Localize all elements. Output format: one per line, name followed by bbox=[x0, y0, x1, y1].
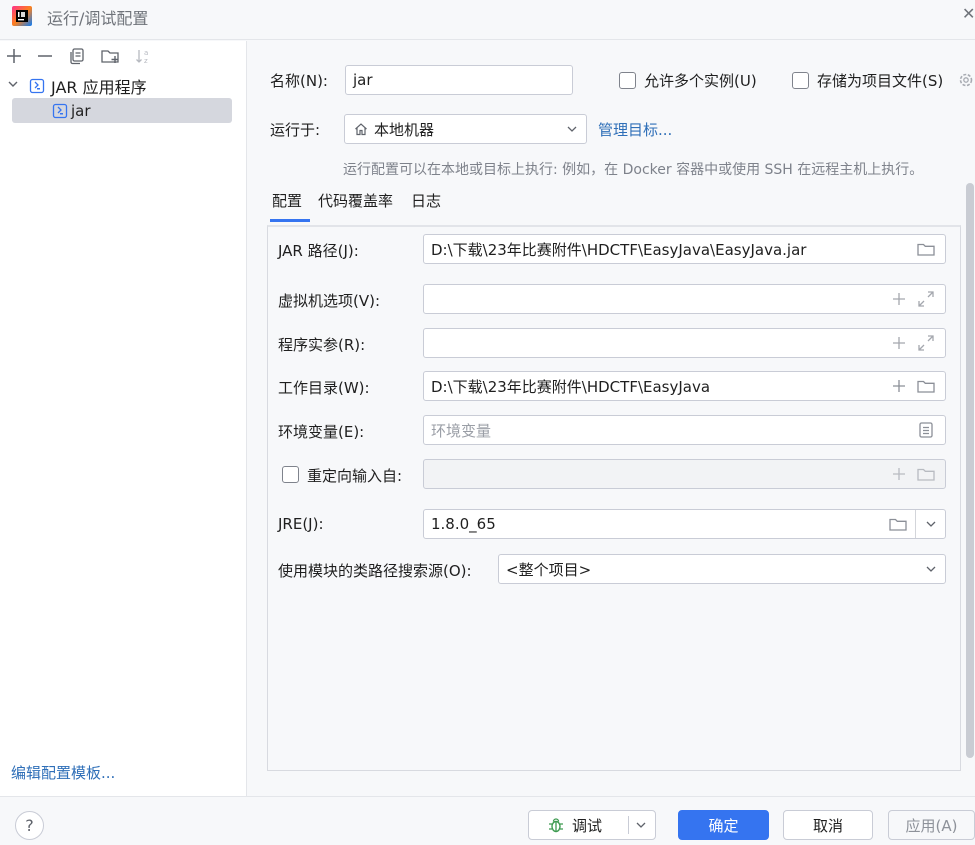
tree-item-jar[interactable]: jar bbox=[52, 98, 91, 123]
working-dir-input[interactable]: D:\下载\23年比赛附件\HDCTF\EasyJava bbox=[423, 371, 946, 401]
vm-options-input[interactable] bbox=[423, 284, 946, 314]
module-classpath-label: 使用模块的类路径搜索源(O): bbox=[278, 562, 472, 580]
run-on-label: 运行于: bbox=[270, 121, 321, 139]
expand-icon[interactable] bbox=[916, 289, 936, 309]
folder-icon bbox=[916, 464, 936, 484]
manage-targets-link[interactable]: 管理目标... bbox=[598, 119, 672, 140]
folder-icon[interactable] bbox=[888, 514, 908, 534]
expand-icon[interactable] bbox=[916, 333, 936, 353]
chevron-down-icon bbox=[925, 563, 937, 575]
run-on-value: 本地机器 bbox=[374, 120, 435, 139]
working-dir-label: 工作目录(W): bbox=[278, 379, 370, 397]
store-as-file-label: 存储为项目文件(S) bbox=[817, 72, 944, 90]
help-button-label: ? bbox=[25, 816, 34, 835]
remove-icon[interactable] bbox=[35, 46, 55, 66]
home-icon bbox=[353, 121, 369, 137]
program-args-label: 程序实参(R): bbox=[278, 336, 366, 354]
tree-group-jar-application[interactable]: JAR 应用程序 bbox=[29, 73, 147, 98]
add-icon[interactable] bbox=[889, 333, 909, 353]
help-button[interactable]: ? bbox=[15, 811, 44, 840]
sort-icon: az bbox=[134, 46, 154, 66]
debug-button[interactable]: 调试 bbox=[528, 810, 656, 840]
cancel-button[interactable]: 取消 bbox=[783, 810, 873, 840]
module-classpath-value: <整个项目> bbox=[506, 560, 592, 579]
working-dir-value: D:\下载\23年比赛附件\HDCTF\EasyJava bbox=[431, 377, 711, 396]
active-tab-indicator bbox=[270, 219, 310, 222]
jar-path-label: JAR 路径(J): bbox=[278, 242, 359, 260]
intellij-logo-icon bbox=[10, 4, 34, 28]
jre-label: JRE(J): bbox=[278, 515, 324, 533]
program-args-input[interactable] bbox=[423, 328, 946, 358]
run-on-select[interactable]: 本地机器 bbox=[344, 114, 587, 144]
tree-group-label: JAR 应用程序 bbox=[51, 77, 147, 97]
combo-divider bbox=[915, 510, 916, 538]
new-folder-icon[interactable] bbox=[100, 46, 120, 66]
add-icon[interactable] bbox=[889, 289, 909, 309]
run-on-hint: 运行配置可以在本地或目标上执行: 例如，在 Docker 容器中或使用 SSH … bbox=[343, 162, 924, 178]
tree-selection-highlight bbox=[12, 98, 232, 123]
bug-icon bbox=[547, 816, 565, 834]
redirect-input-label: 重定向输入自: bbox=[307, 467, 403, 485]
env-vars-placeholder: 环境变量 bbox=[431, 421, 492, 440]
config-tree-panel bbox=[0, 41, 247, 796]
gear-icon[interactable] bbox=[957, 71, 975, 89]
tab-configuration[interactable]: 配置 bbox=[272, 190, 302, 211]
allow-parallel-checkbox[interactable] bbox=[619, 72, 636, 89]
edit-templates-link[interactable]: 编辑配置模板... bbox=[11, 762, 115, 783]
redirect-input-checkbox[interactable] bbox=[282, 466, 299, 483]
jar-path-value: D:\下载\23年比赛附件\HDCTF\EasyJava\EasyJava.ja… bbox=[431, 240, 807, 259]
add-icon[interactable] bbox=[889, 376, 909, 396]
chevron-down-icon[interactable] bbox=[6, 77, 20, 91]
jar-app-icon bbox=[52, 103, 68, 119]
jar-path-input[interactable]: D:\下载\23年比赛附件\HDCTF\EasyJava\EasyJava.ja… bbox=[423, 234, 946, 264]
window-title: 运行/调试配置 bbox=[47, 9, 149, 28]
folder-icon[interactable] bbox=[916, 376, 936, 396]
list-icon[interactable] bbox=[916, 420, 936, 440]
jre-value: 1.8.0_65 bbox=[431, 515, 496, 533]
add-icon bbox=[889, 464, 909, 484]
scrollbar[interactable] bbox=[966, 183, 974, 758]
redirect-input-field bbox=[423, 459, 946, 489]
apply-button[interactable]: 应用(A) bbox=[888, 810, 975, 840]
tab-code-coverage[interactable]: 代码覆盖率 bbox=[318, 190, 393, 211]
add-icon[interactable] bbox=[4, 46, 24, 66]
module-classpath-select[interactable]: <整个项目> bbox=[498, 554, 946, 584]
vm-options-label: 虚拟机选项(V): bbox=[278, 292, 381, 310]
jre-combo[interactable]: 1.8.0_65 bbox=[423, 509, 946, 539]
chevron-down-icon[interactable] bbox=[635, 819, 647, 831]
chevron-down-icon[interactable] bbox=[925, 518, 937, 530]
copy-icon[interactable] bbox=[67, 46, 87, 66]
store-as-file-checkbox[interactable] bbox=[792, 72, 809, 89]
close-icon[interactable]: ✕ bbox=[962, 4, 975, 23]
ok-button[interactable]: 确定 bbox=[678, 810, 769, 840]
tree-item-label: jar bbox=[71, 101, 91, 120]
tab-logs[interactable]: 日志 bbox=[411, 190, 441, 211]
name-input[interactable]: jar bbox=[345, 65, 573, 95]
env-vars-label: 环境变量(E): bbox=[278, 423, 365, 441]
chevron-down-icon bbox=[566, 123, 578, 135]
debug-button-label: 调试 bbox=[572, 816, 603, 835]
split-divider bbox=[628, 816, 629, 834]
env-vars-input[interactable]: 环境变量 bbox=[423, 415, 946, 445]
svg-text:a: a bbox=[144, 49, 148, 57]
jar-app-icon bbox=[29, 78, 45, 94]
allow-parallel-label: 允许多个实例(U) bbox=[644, 72, 757, 90]
folder-icon[interactable] bbox=[916, 239, 936, 259]
svg-text:z: z bbox=[144, 57, 148, 65]
name-label: 名称(N): bbox=[270, 72, 328, 90]
